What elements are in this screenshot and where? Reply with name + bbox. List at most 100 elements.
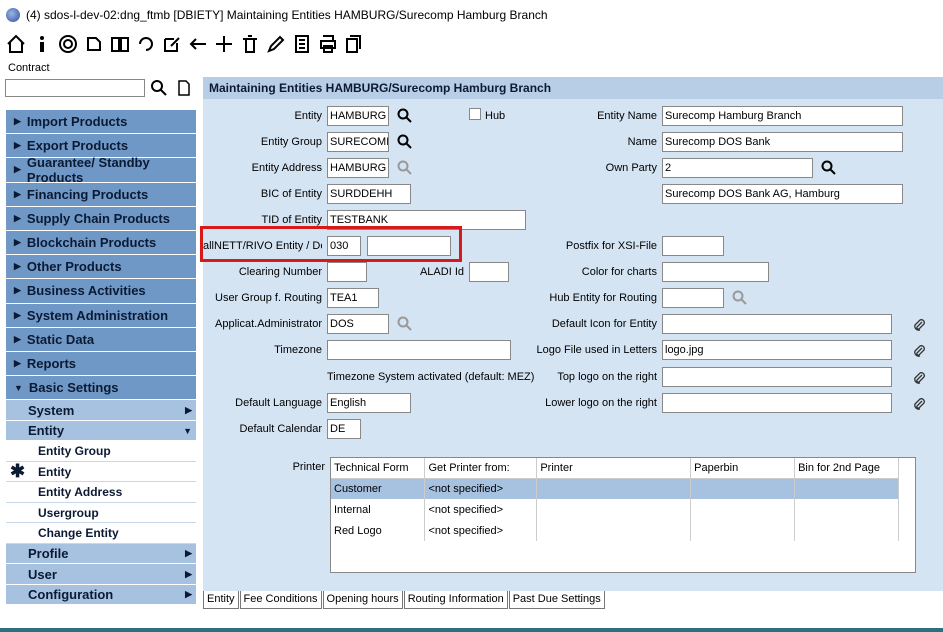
- tab-fee-conditions[interactable]: Fee Conditions: [239, 591, 322, 609]
- entity-address-field[interactable]: HAMBURG: [327, 158, 389, 178]
- table-header: Technical Form Get Printer from: Printer…: [331, 458, 899, 479]
- column-header[interactable]: Paperbin: [690, 458, 796, 479]
- column-header[interactable]: Bin for 2nd Page: [794, 458, 899, 479]
- tab-entity[interactable]: Entity: [203, 591, 239, 609]
- search-icon[interactable]: [732, 290, 750, 308]
- expand-arrow-icon: ▶: [14, 285, 21, 296]
- collapse-arrow-icon: ▼: [14, 382, 23, 393]
- own-party-field[interactable]: 2: [662, 158, 813, 178]
- search-icon[interactable]: [150, 79, 168, 97]
- search-icon[interactable]: [397, 134, 415, 152]
- aladi-label: ALADI Id: [419, 266, 464, 278]
- tab-routing-information[interactable]: Routing Information: [403, 591, 508, 609]
- back-arrow-icon[interactable]: [186, 32, 210, 56]
- pin-icon[interactable]: [82, 32, 106, 56]
- tid-label: TID of Entity: [261, 214, 322, 226]
- chevron-right-icon: ▶: [185, 548, 192, 558]
- table-cell: <not specified>: [424, 478, 538, 499]
- refresh-icon[interactable]: [134, 32, 158, 56]
- paperclip-icon[interactable]: [912, 318, 930, 336]
- own-party-name-field[interactable]: Surecomp DOS Bank AG, Hamburg: [662, 184, 903, 204]
- table-row[interactable]: Red Logo <not specified>: [331, 520, 899, 541]
- print-icon[interactable]: [316, 32, 340, 56]
- tab-bar: Entity Fee Conditions Opening hours Rout…: [203, 591, 943, 609]
- pencil-icon[interactable]: [264, 32, 288, 56]
- sub-user[interactable]: User ▶: [6, 564, 196, 585]
- document-icon[interactable]: [176, 80, 192, 96]
- delete-icon[interactable]: [238, 32, 262, 56]
- nav-other-products[interactable]: ▶ Other Products: [6, 255, 196, 280]
- target-icon[interactable]: [56, 32, 80, 56]
- contract-input[interactable]: [5, 79, 145, 97]
- nav-reports[interactable]: ▶ Reports: [6, 351, 196, 377]
- current-marker-icon: ✱: [10, 461, 26, 481]
- sub-entity[interactable]: Entity ▼: [6, 420, 196, 442]
- logo-file-label: Logo File used in Letters: [536, 344, 657, 356]
- nav-basic-settings[interactable]: ▼ Basic Settings: [6, 376, 196, 401]
- nav-supply-chain-products[interactable]: ▶ Supply Chain Products: [6, 206, 196, 231]
- sub-configuration[interactable]: Configuration ▶: [6, 584, 196, 606]
- nav-system-administration[interactable]: ▶ System Administration: [6, 303, 196, 328]
- default-cal-field[interactable]: DE: [327, 419, 361, 439]
- search-icon[interactable]: [397, 108, 415, 126]
- leaf-usergroup[interactable]: Usergroup: [6, 502, 196, 524]
- bic-field[interactable]: SURDDEHH: [327, 184, 411, 204]
- timezone-field[interactable]: [327, 340, 511, 360]
- home-icon[interactable]: [4, 32, 28, 56]
- leaf-entity-address[interactable]: Entity Address: [6, 482, 196, 503]
- column-header[interactable]: Get Printer from:: [424, 458, 538, 479]
- nav-financing-products[interactable]: ▶ Financing Products: [6, 182, 196, 207]
- hub-routing-field[interactable]: [662, 288, 724, 308]
- search-icon[interactable]: [397, 160, 415, 178]
- book-icon[interactable]: [108, 32, 132, 56]
- copy-icon[interactable]: [342, 32, 366, 56]
- logo-file-field[interactable]: logo.jpg: [662, 340, 892, 360]
- edit-icon[interactable]: [160, 32, 184, 56]
- leaf-entity[interactable]: ✱ Entity: [6, 461, 196, 483]
- nav-business-activities[interactable]: ▶ Business Activities: [6, 279, 196, 304]
- entity-group-field[interactable]: SURECOMP: [327, 132, 389, 152]
- appadmin-field[interactable]: DOS: [327, 314, 389, 334]
- paperclip-icon[interactable]: [912, 371, 930, 389]
- leaf-change-entity[interactable]: Change Entity: [6, 523, 196, 544]
- add-icon[interactable]: [212, 32, 236, 56]
- clearing-field[interactable]: [327, 262, 367, 282]
- report-icon[interactable]: [290, 32, 314, 56]
- timezone-note: Timezone System activated (default: MEZ): [327, 371, 535, 383]
- nav-guarantee-products[interactable]: ▶ Guarantee/ Standby Products: [6, 155, 196, 185]
- entity-name-field[interactable]: Surecomp Hamburg Branch: [662, 106, 903, 126]
- timezone-label: Timezone: [274, 344, 322, 356]
- leaf-entity-group[interactable]: Entity Group: [6, 441, 196, 462]
- table-row[interactable]: Internal <not specified>: [331, 499, 899, 520]
- info-icon[interactable]: [30, 32, 54, 56]
- nav-blockchain-products[interactable]: ▶ Blockchain Products: [6, 230, 196, 256]
- entity-field[interactable]: HAMBURG: [327, 106, 389, 126]
- lower-logo-field[interactable]: [662, 393, 892, 413]
- column-header[interactable]: Printer: [536, 458, 692, 479]
- default-lang-field[interactable]: English: [327, 393, 411, 413]
- table-row[interactable]: Customer <not specified>: [331, 478, 899, 499]
- aladi-field[interactable]: [469, 262, 509, 282]
- nav-static-data[interactable]: ▶ Static Data: [6, 327, 196, 352]
- paperclip-icon[interactable]: [912, 397, 930, 415]
- search-icon[interactable]: [397, 316, 415, 334]
- nav-import-products[interactable]: ▶ Import Products: [6, 110, 196, 135]
- table-cell: [794, 478, 899, 499]
- page-title: Maintaining Entities HAMBURG/Surecomp Ha…: [203, 77, 943, 99]
- tab-opening-hours[interactable]: Opening hours: [322, 591, 403, 609]
- tab-past-due-settings[interactable]: Past Due Settings: [508, 591, 605, 609]
- hub-checkbox[interactable]: [469, 108, 481, 120]
- sub-system[interactable]: System ▶: [6, 400, 196, 421]
- usergroup-field[interactable]: TEA1: [327, 288, 379, 308]
- postfix-field[interactable]: [662, 236, 724, 256]
- paperclip-icon[interactable]: [912, 344, 930, 362]
- search-icon[interactable]: [821, 160, 839, 178]
- color-field[interactable]: [662, 262, 769, 282]
- default-icon-field[interactable]: [662, 314, 892, 334]
- name-field[interactable]: Surecomp DOS Bank: [662, 132, 903, 152]
- sub-profile[interactable]: Profile ▶: [6, 543, 196, 565]
- column-header[interactable]: Technical Form: [331, 458, 426, 479]
- top-logo-field[interactable]: [662, 367, 892, 387]
- expand-arrow-icon: ▶: [14, 261, 21, 272]
- usergroup-label: User Group f. Routing: [215, 292, 322, 304]
